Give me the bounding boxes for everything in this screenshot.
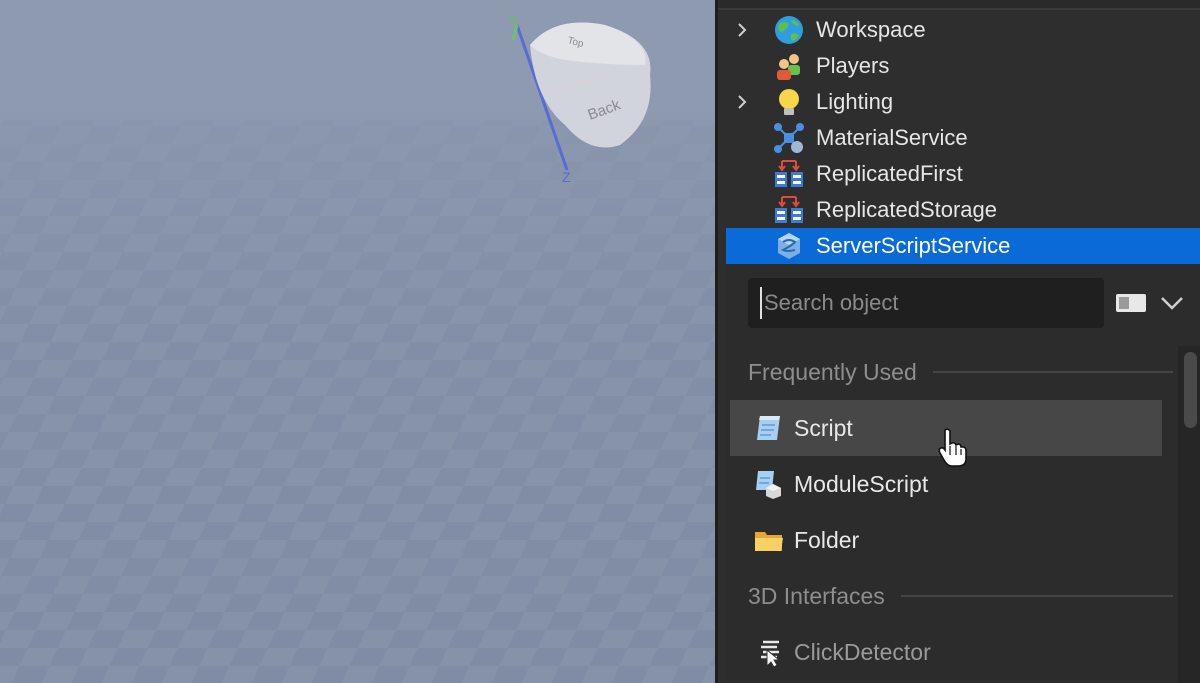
module-script-icon (752, 467, 786, 501)
insert-item-label: ClickDetector (794, 638, 931, 665)
insert-item-label: Folder (794, 526, 860, 553)
search-input[interactable] (760, 287, 1096, 319)
axis-z-label: Z (562, 169, 571, 185)
chevron-down-icon[interactable] (1158, 292, 1186, 314)
axis-y-label: Y (508, 12, 518, 28)
scrollbar[interactable] (1178, 346, 1200, 683)
players-icon (772, 49, 806, 83)
explorer-item-label: ReplicatedStorage (816, 197, 998, 222)
view-cube-gizmo[interactable]: Top Back Y Z (495, 5, 675, 195)
replicated-icon (772, 193, 806, 227)
explorer-item-label: Workspace (816, 17, 926, 42)
explorer-item-workspace[interactable]: Workspace (726, 12, 1200, 48)
explorer-item-materialservice[interactable]: MaterialService (726, 120, 1200, 156)
select-after-insert-toggle[interactable] (1116, 294, 1146, 312)
section-divider (932, 371, 1173, 373)
explorer-header-strip (718, 0, 1200, 10)
explorer-item-lighting[interactable]: Lighting (726, 84, 1200, 120)
explorer-panel: Workspace Players Lighting MaterialServi… (715, 0, 1200, 683)
explorer-item-replicatedstorage[interactable]: ReplicatedStorage (726, 192, 1200, 228)
click-detector-icon (752, 635, 786, 669)
lightbulb-icon (772, 85, 806, 119)
explorer-item-replicatedfirst[interactable]: ReplicatedFirst (726, 156, 1200, 192)
section-header-3d-interfaces: 3D Interfaces (748, 578, 1173, 614)
explorer-item-label: ReplicatedFirst (816, 161, 963, 186)
folder-icon (752, 523, 786, 557)
insert-item-label: ModuleScript (794, 470, 929, 497)
search-box[interactable] (748, 278, 1104, 328)
insert-object-list: Frequently Used Script ModuleScript Fold… (726, 346, 1178, 683)
globe-icon (772, 13, 806, 47)
insert-object-panel: Frequently Used Script ModuleScript (726, 264, 1200, 683)
chevron-right-icon[interactable] (726, 84, 758, 120)
insert-item-clickdetector[interactable]: ClickDetector (730, 624, 1162, 680)
material-service-icon (772, 121, 806, 155)
explorer-item-label: MaterialService (816, 125, 968, 150)
explorer-item-serverscriptservice[interactable]: ServerScriptService (726, 228, 1200, 264)
replicated-icon (772, 157, 806, 191)
section-header-frequently-used: Frequently Used (748, 354, 1173, 390)
insert-item-folder[interactable]: Folder (730, 512, 1162, 568)
chevron-right-icon[interactable] (726, 12, 758, 48)
explorer-item-label: ServerScriptService (816, 233, 1011, 258)
insert-item-label: Script (794, 414, 853, 441)
section-divider (900, 595, 1173, 597)
server-script-service-icon (772, 229, 806, 263)
hand-cursor-icon (938, 428, 967, 467)
section-title: 3D Interfaces (748, 582, 885, 609)
script-icon (752, 411, 786, 445)
explorer-item-label: Players (816, 53, 890, 78)
scrollbar-thumb[interactable] (1184, 352, 1197, 428)
explorer-item-label: Lighting (816, 89, 894, 114)
explorer-item-players[interactable]: Players (726, 48, 1200, 84)
section-title: Frequently Used (748, 358, 917, 385)
3d-viewport[interactable]: Top Back Y Z (0, 0, 715, 683)
